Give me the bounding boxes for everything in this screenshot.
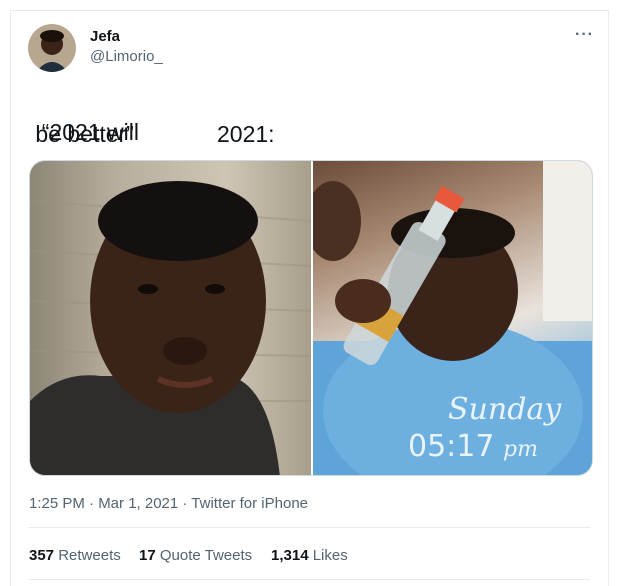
tweet-meta[interactable]: 1:25 PM · Mar 1, 2021 · Twitter for iPho…	[29, 495, 308, 512]
party-photo: Sunday 05:17 pm	[305, 161, 592, 475]
likes-count: 1,314	[271, 547, 309, 564]
likes-stat[interactable]: 1,314 Likes	[271, 547, 348, 564]
media-photo-right[interactable]: Sunday 05:17 pm	[305, 161, 592, 475]
more-options-icon[interactable]: ···	[575, 26, 594, 44]
retweets-count: 357	[29, 547, 55, 564]
author-name[interactable]: Jefa	[90, 28, 120, 45]
likes-label: Likes	[312, 547, 348, 564]
avatar[interactable]	[28, 24, 76, 72]
watermark-time: 05:17	[408, 429, 494, 464]
watermark-ampm: pm	[503, 437, 538, 462]
media-photo-left[interactable]	[30, 161, 312, 475]
quote-tweets-count: 17	[139, 547, 156, 564]
avatar-image	[28, 24, 76, 72]
tweet-media[interactable]: Sunday 05:17 pm	[29, 160, 593, 476]
divider-top	[28, 527, 590, 528]
watermark-day: Sunday	[448, 392, 562, 427]
retweets-label: Retweets	[58, 547, 121, 564]
retweets-stat[interactable]: 357 Retweets	[29, 547, 121, 564]
author-handle[interactable]: @Limorio_	[90, 48, 163, 65]
divider-bottom	[28, 579, 590, 580]
quote-tweets-label: Quote Tweets	[159, 547, 253, 564]
quote-tweets-stat[interactable]: 17 Quote Tweets	[139, 547, 252, 564]
portrait-man-photo	[30, 181, 312, 475]
tweet-text-caption: 2021:	[217, 121, 275, 147]
